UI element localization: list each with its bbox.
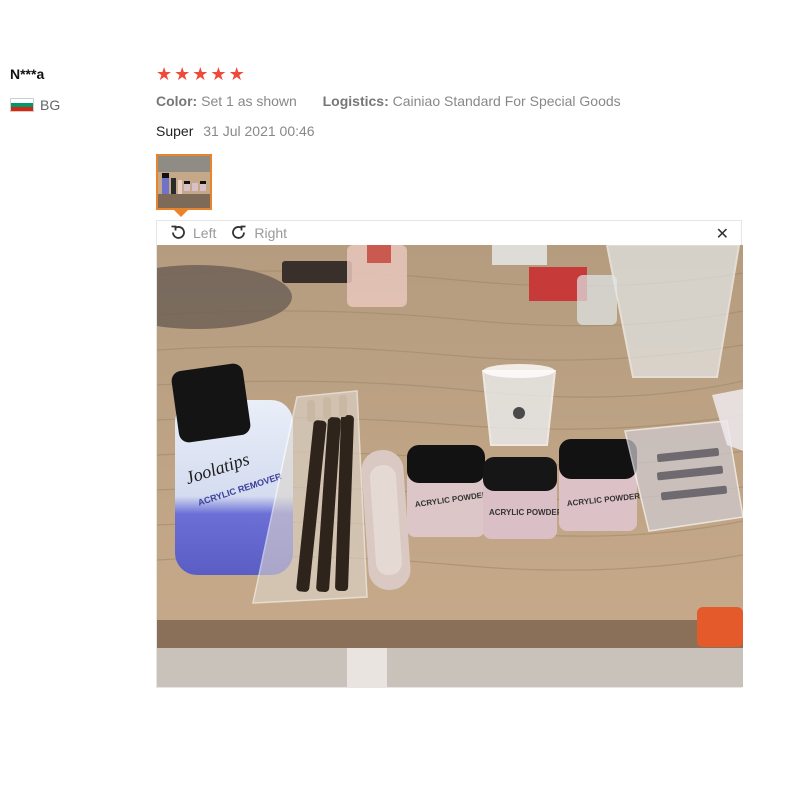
star-icon: ★ [210, 64, 227, 84]
logistics-value: Cainiao Standard For Special Goods [392, 93, 621, 109]
reviewer-name: N***a [10, 66, 45, 82]
thumbnail-pointer [174, 210, 188, 217]
thumbnail-image [158, 156, 210, 208]
country-code: BG [40, 97, 61, 113]
rotate-left-button[interactable]: Left [169, 224, 216, 242]
star-icon: ★ [156, 64, 173, 84]
review-photo-thumbnail[interactable] [156, 154, 212, 210]
rotate-left-label: Left [193, 225, 217, 241]
star-icon: ★ [192, 64, 209, 84]
review-text: Super [156, 123, 194, 139]
photo-viewer: Left Right ✕ Joolatips ACRYLIC REMOVER A… [156, 220, 743, 688]
review-body: Super 31 Jul 2021 00:46 [156, 123, 315, 139]
color-value: Set 1 as shown [201, 93, 297, 109]
rotate-left-icon [171, 225, 185, 239]
review-photo: Joolatips ACRYLIC REMOVER ACRYLIC POWDER… [157, 245, 743, 687]
reviewer-country: BG [10, 97, 60, 113]
review-photo-image: Joolatips ACRYLIC REMOVER ACRYLIC POWDER… [157, 245, 743, 687]
bulgaria-flag-icon [10, 98, 34, 112]
viewer-toolbar: Left Right ✕ [157, 221, 741, 245]
star-rating: ★ ★ ★ ★ ★ [156, 65, 245, 83]
close-button[interactable]: ✕ [716, 224, 729, 244]
star-icon: ★ [228, 64, 245, 84]
review-date: 31 Jul 2021 00:46 [203, 123, 315, 139]
powder-label-text-2: ACRYLIC POWDER [489, 508, 563, 517]
rotate-right-button[interactable]: Right [230, 224, 287, 242]
rotate-right-icon [232, 225, 246, 239]
logistics-label: Logistics: [322, 93, 389, 109]
rotate-right-label: Right [254, 225, 288, 241]
star-icon: ★ [174, 64, 191, 84]
color-label: Color: [156, 93, 198, 109]
order-attributes: Color: Set 1 as shown Logistics: Cainiao… [156, 93, 621, 109]
